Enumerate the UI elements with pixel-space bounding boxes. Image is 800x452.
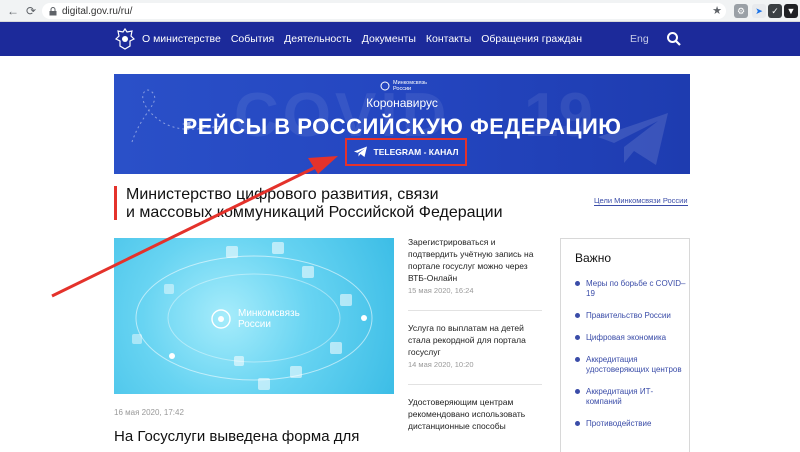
important-link[interactable]: Цифровая экономика — [575, 333, 687, 343]
news-title[interactable]: Удостоверяющим центрам рекомендовано исп… — [408, 396, 542, 432]
menu-item-contacts[interactable]: Контакты — [426, 33, 471, 45]
bullet-icon — [575, 281, 580, 286]
coat-of-arms-icon[interactable] — [114, 27, 136, 51]
telegram-channel-button[interactable]: TELEGRAM - КАНАЛ — [345, 138, 467, 166]
banner-logo-line2: России — [393, 86, 412, 92]
ministry-goals-link[interactable]: Цели Минкомсвязи России — [594, 196, 688, 206]
reload-icon[interactable]: ⟳ — [22, 2, 40, 20]
news-divider — [408, 384, 542, 385]
news-divider — [408, 310, 542, 311]
site-header: О министерстве События Деятельность Доку… — [0, 22, 800, 56]
important-links: Меры по борьбе с COVID–19 Правительство … — [575, 279, 687, 441]
banner-subtitle: Коронавирус — [366, 96, 438, 110]
telegram-icon — [353, 146, 367, 157]
feature-date: 16 мая 2020, 17:42 — [114, 408, 184, 417]
main-menu: О министерстве События Деятельность Доку… — [142, 22, 592, 56]
important-link[interactable]: Аккредитация ИТ-компаний — [575, 387, 687, 407]
important-link[interactable]: Противодействие — [575, 419, 687, 429]
news-date: 15 мая 2020, 16:24 — [408, 286, 474, 295]
menu-item-events[interactable]: События — [231, 33, 274, 45]
menu-item-activity[interactable]: Деятельность — [284, 33, 352, 45]
bullet-icon — [575, 389, 580, 394]
ministry-emblem-icon — [211, 309, 231, 329]
important-link-label: Аккредитация ИТ-компаний — [586, 387, 654, 406]
lock-icon — [48, 6, 58, 16]
feature-logo: Минкомсвязь России — [210, 308, 300, 330]
important-sidebar: Важно Меры по борьбе с COVID–19 Правител… — [560, 238, 690, 452]
news-title[interactable]: Услуга по выплатам на детей стала рекорд… — [408, 322, 542, 358]
important-link[interactable]: Правительство России — [575, 311, 687, 321]
extension-gear-icon[interactable]: ⚙ — [734, 4, 748, 18]
extension-arrow-icon[interactable]: ➤ — [752, 4, 766, 18]
bookmark-star-icon[interactable]: ★ — [712, 4, 722, 17]
feature-logo-line2: России — [238, 319, 271, 330]
important-link-label: Меры по борьбе с COVID–19 — [586, 279, 686, 298]
important-link-label: Аккредитация удостоверяющих центров — [586, 355, 682, 374]
language-switch[interactable]: Eng — [630, 33, 649, 45]
news-title[interactable]: Зарегистрироваться и подтвердить учётную… — [408, 236, 542, 284]
page-title-line2: и массовых коммуникаций Российской Федер… — [126, 204, 503, 221]
telegram-plane-icon — [598, 113, 668, 165]
page-title-line1: Министерство цифрового развития, связи — [126, 186, 439, 203]
ministry-emblem-icon — [380, 81, 390, 91]
important-link-label: Противодействие — [586, 419, 652, 428]
bullet-icon — [575, 335, 580, 340]
important-link-label: Цифровая экономика — [586, 333, 667, 342]
telegram-button-label: TELEGRAM - КАНАЛ — [373, 147, 459, 157]
feature-news-image[interactable]: Минкомсвязь России — [114, 238, 394, 394]
important-title: Важно — [575, 251, 612, 265]
browser-toolbar: ← ⟳ digital.gov.ru/ru/ ★ ⚙ ➤ ✓ ▼ — [0, 0, 800, 22]
title-accent-bar — [114, 186, 117, 220]
important-link[interactable]: Меры по борьбе с COVID–19 — [575, 279, 687, 299]
covid-flights-banner[interactable]: COVID 19 Минкомсвязь России Коронавирус … — [114, 74, 690, 174]
menu-item-about[interactable]: О министерстве — [142, 33, 221, 45]
news-date: 14 мая 2020, 10:20 — [408, 360, 474, 369]
bullet-icon — [575, 357, 580, 362]
extension-check-icon[interactable]: ✓ — [768, 4, 782, 18]
bullet-icon — [575, 313, 580, 318]
important-link[interactable]: Аккредитация удостоверяющих центров — [575, 355, 687, 375]
menu-item-appeals[interactable]: Обращения граждан — [481, 33, 582, 45]
menu-item-documents[interactable]: Документы — [362, 33, 416, 45]
news-item[interactable]: Удостоверяющим центрам рекомендовано исп… — [408, 396, 542, 432]
extension-dark-icon[interactable]: ▼ — [784, 4, 798, 18]
banner-logo: Минкомсвязь России — [380, 80, 427, 92]
feature-headline[interactable]: На Госуслуги выведена форма для — [114, 428, 404, 445]
news-item[interactable]: Зарегистрироваться и подтвердить учётную… — [408, 236, 542, 295]
address-bar[interactable]: digital.gov.ru/ru/ ★ — [42, 3, 726, 19]
url-text: digital.gov.ru/ru/ — [62, 5, 133, 17]
search-icon[interactable] — [666, 31, 682, 47]
feature-logo-line1: Минкомсвязь — [238, 308, 300, 319]
important-link-label: Правительство России — [586, 311, 671, 320]
page-title: Министерство цифрового развития, связи и… — [126, 186, 566, 222]
news-item[interactable]: Услуга по выплатам на детей стала рекорд… — [408, 322, 542, 369]
bullet-icon — [575, 421, 580, 426]
back-icon[interactable]: ← — [4, 2, 22, 20]
